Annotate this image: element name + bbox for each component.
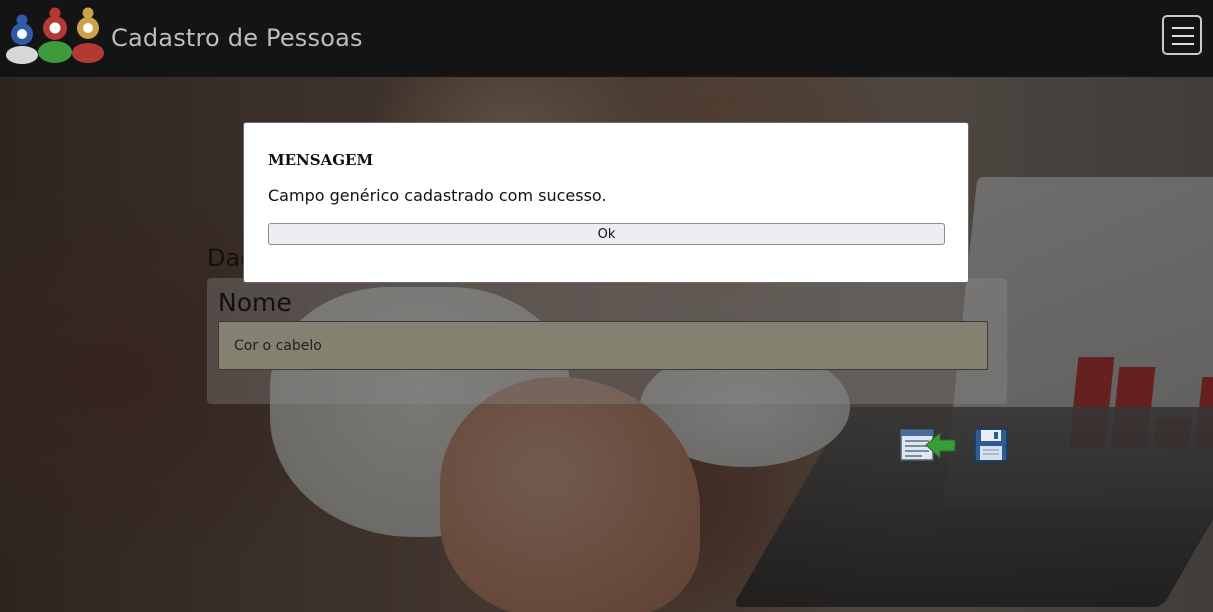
name-field-label: Nome [218,288,292,317]
hamburger-menu-icon[interactable] [1162,15,1202,55]
message-dialog: MENSAGEM Campo genérico cadastrado com s… [243,122,969,283]
name-input[interactable] [218,321,988,370]
navbar: Cadastro de Pessoas [0,0,1213,77]
ok-button[interactable]: Ok [268,223,945,245]
floppy-disk-save-icon[interactable] [974,428,1008,462]
people-group-logo-icon[interactable] [5,6,107,64]
back-to-list-icon[interactable] [900,428,956,464]
brand-title[interactable]: Cadastro de Pessoas [111,24,363,52]
dialog-title: MENSAGEM [268,151,374,169]
dialog-message: Campo genérico cadastrado com sucesso. [268,186,607,205]
